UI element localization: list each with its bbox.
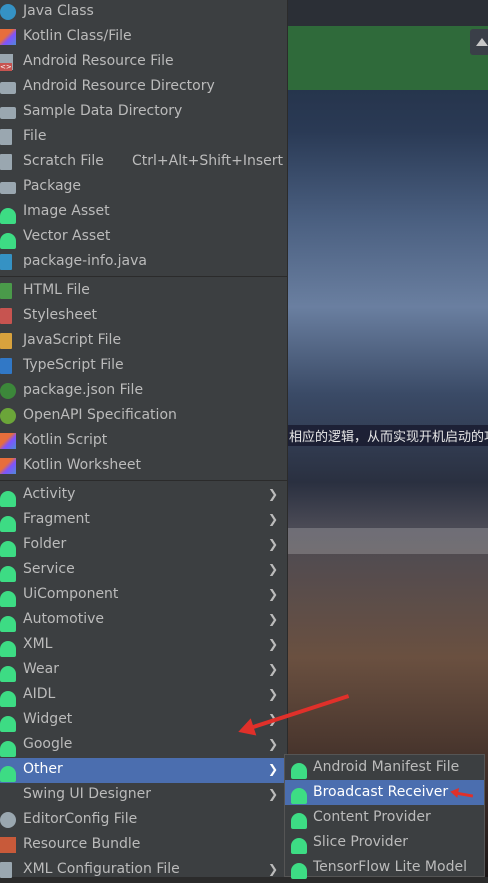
- menu-item-automotive[interactable]: Automotive ❯: [0, 608, 287, 633]
- menu-item-kotlin-class[interactable]: Kotlin Class/File: [0, 25, 287, 50]
- android-icon: [291, 813, 307, 829]
- chevron-right-icon: ❯: [267, 512, 278, 526]
- kotlin-icon: [0, 433, 16, 449]
- resource-file-icon: [0, 54, 13, 71]
- chevron-right-icon: ❯: [267, 687, 278, 701]
- openapi-icon: [0, 408, 16, 424]
- menu-item-other[interactable]: Other ❯: [0, 758, 287, 783]
- resource-bundle-icon: [0, 837, 16, 853]
- android-icon: [291, 788, 307, 804]
- kotlin-icon: [0, 458, 16, 474]
- menu-item-typescript-file[interactable]: TypeScript File: [0, 354, 287, 379]
- android-icon: [0, 641, 16, 657]
- menu-item-xml[interactable]: XML ❯: [0, 633, 287, 658]
- submenu-item-tensorflow-lite-model[interactable]: TensorFlow Lite Model: [285, 855, 484, 880]
- android-icon: [0, 233, 16, 249]
- chevron-right-icon: ❯: [267, 737, 278, 751]
- menu-item-aidl[interactable]: AIDL ❯: [0, 683, 287, 708]
- android-icon: [0, 741, 16, 757]
- folder-icon: [0, 107, 16, 119]
- menu-item-wear[interactable]: Wear ❯: [0, 658, 287, 683]
- background-toolbar: [287, 0, 488, 26]
- html-icon: [0, 283, 12, 299]
- android-icon: [291, 763, 307, 779]
- background-text: 相应的逻辑，从而实现开机启动的功: [287, 425, 488, 446]
- css-icon: [0, 308, 12, 324]
- menu-item-vector-asset[interactable]: Vector Asset: [0, 225, 287, 250]
- android-icon: [0, 491, 16, 507]
- android-icon: [0, 516, 16, 532]
- ts-icon: [0, 358, 12, 374]
- menu-item-stylesheet[interactable]: Stylesheet: [0, 304, 287, 329]
- menu-item-file[interactable]: File: [0, 125, 287, 150]
- menu-item-scratch-file[interactable]: Scratch File Ctrl+Alt+Shift+Insert: [0, 150, 287, 175]
- menu-item-javascript-file[interactable]: JavaScript File: [0, 329, 287, 354]
- menu-separator: [0, 480, 287, 481]
- android-icon: [0, 666, 16, 682]
- menu-item-package[interactable]: Package: [0, 175, 287, 200]
- background-banner: [287, 26, 488, 90]
- android-icon: [0, 766, 16, 782]
- menu-item-folder[interactable]: Folder ❯: [0, 533, 287, 558]
- chevron-right-icon: ❯: [267, 762, 278, 776]
- menu-item-uicomponent[interactable]: UiComponent ❯: [0, 583, 287, 608]
- menu-item-android-resource-directory[interactable]: Android Resource Directory: [0, 75, 287, 100]
- menu-item-html-file[interactable]: HTML File: [0, 279, 287, 304]
- xml-file-icon: [0, 862, 12, 878]
- android-icon: [0, 208, 16, 224]
- other-submenu: Android Manifest File Broadcast Receiver…: [284, 754, 485, 880]
- menu-item-java-class[interactable]: Java Class: [0, 0, 287, 25]
- scroll-up-icon[interactable]: [470, 29, 488, 55]
- android-icon: [291, 838, 307, 854]
- chevron-right-icon: ❯: [267, 862, 278, 876]
- menu-item-swing-ui-designer[interactable]: Swing UI Designer ❯: [0, 783, 287, 808]
- menu-item-openapi-specification[interactable]: OpenAPI Specification: [0, 404, 287, 429]
- menu-item-activity[interactable]: Activity ❯: [0, 483, 287, 508]
- chevron-right-icon: ❯: [267, 787, 278, 801]
- android-icon: [0, 566, 16, 582]
- kotlin-icon: [0, 29, 16, 45]
- android-icon: [0, 591, 16, 607]
- file-icon: [0, 129, 12, 145]
- android-icon: [0, 716, 16, 732]
- chevron-right-icon: ❯: [267, 587, 278, 601]
- menu-item-package-info[interactable]: package-info.java: [0, 250, 287, 275]
- menu-item-xml-configuration-file[interactable]: XML Configuration File ❯: [0, 858, 287, 883]
- submenu-item-android-manifest-file[interactable]: Android Manifest File: [285, 755, 484, 780]
- android-icon: [0, 691, 16, 707]
- android-icon: [0, 616, 16, 632]
- menu-item-sample-data-directory[interactable]: Sample Data Directory: [0, 100, 287, 125]
- menu-item-image-asset[interactable]: Image Asset: [0, 200, 287, 225]
- shortcut-label: Ctrl+Alt+Shift+Insert: [132, 153, 284, 169]
- menu-item-package-json[interactable]: package.json File: [0, 379, 287, 404]
- menu-separator: [0, 276, 287, 277]
- package-icon: [0, 182, 16, 194]
- new-file-menu: Java Class Kotlin Class/File Android Res…: [0, 0, 288, 878]
- background-strip: [287, 528, 488, 554]
- chevron-right-icon: ❯: [267, 662, 278, 676]
- menu-item-fragment[interactable]: Fragment ❯: [0, 508, 287, 533]
- java-file-icon: [0, 254, 12, 270]
- folder-icon: [0, 82, 16, 94]
- menu-item-kotlin-script[interactable]: Kotlin Script: [0, 429, 287, 454]
- menu-item-resource-bundle[interactable]: Resource Bundle: [0, 833, 287, 858]
- background-editor: 相应的逻辑，从而实现开机启动的功: [287, 0, 488, 877]
- chevron-right-icon: ❯: [267, 487, 278, 501]
- submenu-item-slice-provider[interactable]: Slice Provider: [285, 830, 484, 855]
- chevron-right-icon: ❯: [267, 612, 278, 626]
- chevron-right-icon: ❯: [267, 537, 278, 551]
- gear-icon: [0, 812, 16, 828]
- scratch-file-icon: [0, 154, 12, 170]
- nodejs-icon: [0, 383, 16, 399]
- menu-item-service[interactable]: Service ❯: [0, 558, 287, 583]
- submenu-item-content-provider[interactable]: Content Provider: [285, 805, 484, 830]
- menu-item-kotlin-worksheet[interactable]: Kotlin Worksheet: [0, 454, 287, 479]
- chevron-right-icon: ❯: [267, 637, 278, 651]
- android-icon: [0, 541, 16, 557]
- java-class-icon: [0, 4, 16, 20]
- menu-item-android-resource-file[interactable]: Android Resource File: [0, 50, 287, 75]
- chevron-right-icon: ❯: [267, 562, 278, 576]
- menu-item-editorconfig-file[interactable]: EditorConfig File: [0, 808, 287, 833]
- js-icon: [0, 333, 12, 349]
